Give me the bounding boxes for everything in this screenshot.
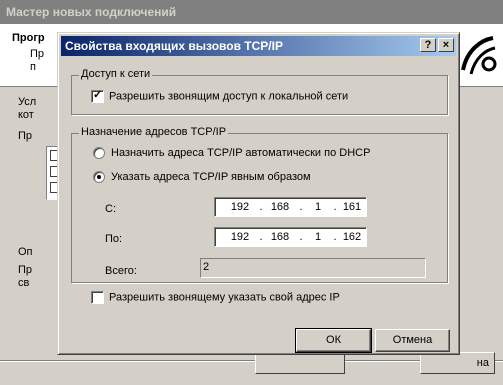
checkmark-icon: ✓ xyxy=(93,89,103,101)
ip-assignment-legend: Назначение адресов TCP/IP xyxy=(79,126,229,138)
tcpip-incoming-properties-dialog: Свойства входящих вызовов TCP/IP ? × Дос… xyxy=(57,32,460,355)
allow-lan-access-option[interactable]: ✓ Разрешить звонящим доступ к локальной с… xyxy=(91,89,349,103)
cancel-button[interactable]: Отмена xyxy=(375,329,450,352)
allow-lan-access-checkbox[interactable]: ✓ xyxy=(91,89,104,103)
wizard-list-label: Пр xyxy=(18,130,33,142)
ip-octet: 168 xyxy=(270,231,290,243)
wizard-subtitle: Пр п xyxy=(30,48,45,73)
allow-caller-ip-label: Разрешить звонящему указать свой адрес I… xyxy=(109,291,340,304)
wizard-text-1: Усл кот xyxy=(18,96,37,121)
network-wizard-icon xyxy=(461,36,497,75)
total-field: 2 xyxy=(200,258,426,278)
total-value: 2 xyxy=(203,261,210,273)
allow-caller-ip-checkbox[interactable] xyxy=(91,291,104,304)
ip-octet: 1 xyxy=(314,201,322,213)
wizard-text-3: Пр св xyxy=(18,264,33,289)
to-ip-input[interactable]: 192 . 168 . 1 . 162 xyxy=(214,227,367,247)
from-ip-input[interactable]: 192 . 168 . 1 . 161 xyxy=(214,197,367,217)
ip-octet: 192 xyxy=(230,201,250,213)
ip-dot: . xyxy=(259,231,263,243)
wizard-cancel-button[interactable]: на xyxy=(420,352,495,374)
wizard-text-2: Оп xyxy=(18,246,33,258)
explicit-ip-label: Указать адреса TCP/IP явным образом xyxy=(111,171,311,184)
wizard-heading: Прогр xyxy=(12,32,45,44)
explicit-ip-option[interactable]: Указать адреса TCP/IP явным образом xyxy=(93,171,311,184)
total-label: Всего: xyxy=(105,265,137,277)
ip-octet: 161 xyxy=(342,201,362,213)
radio-selected-dot xyxy=(97,175,101,180)
network-access-group: Доступ к сети ✓ Разрешить звонящим доступ… xyxy=(71,68,448,115)
help-button[interactable]: ? xyxy=(420,38,436,52)
wizard-next-button[interactable] xyxy=(255,352,345,374)
ok-button[interactable]: ОК xyxy=(295,328,372,353)
ip-octet: 162 xyxy=(342,231,362,243)
help-icon: ? xyxy=(424,39,432,51)
ip-octet: 1 xyxy=(314,231,322,243)
dhcp-radio[interactable] xyxy=(93,147,105,160)
ip-dot: . xyxy=(259,201,263,213)
dialog-title: Свойства входящих вызовов TCP/IP xyxy=(65,39,283,53)
wizard-title-bar: Мастер новых подключений xyxy=(0,0,503,24)
close-button[interactable]: × xyxy=(438,38,454,52)
wizard-cancel-label: на xyxy=(476,357,489,369)
allow-caller-ip-option[interactable]: Разрешить звонящему указать свой адрес I… xyxy=(91,291,340,304)
explicit-ip-radio[interactable] xyxy=(93,171,105,184)
close-icon: × xyxy=(442,39,450,51)
ip-octet: 192 xyxy=(230,231,250,243)
wizard-title: Мастер новых подключений xyxy=(6,5,177,19)
dhcp-option[interactable]: Назначить адреса TCP/IP автоматически по… xyxy=(93,147,371,160)
dialog-title-bar: Свойства входящих вызовов TCP/IP ? × xyxy=(61,36,456,56)
ip-octet: 168 xyxy=(270,201,290,213)
ip-assignment-group: Назначение адресов TCP/IP Назначить адре… xyxy=(71,126,448,283)
dhcp-label: Назначить адреса TCP/IP автоматически по… xyxy=(111,147,371,160)
network-access-legend: Доступ к сети xyxy=(79,68,153,80)
to-label: По: xyxy=(105,233,123,245)
allow-lan-access-label: Разрешить звонящим доступ к локальной се… xyxy=(109,90,349,103)
from-label: С: xyxy=(105,203,116,215)
